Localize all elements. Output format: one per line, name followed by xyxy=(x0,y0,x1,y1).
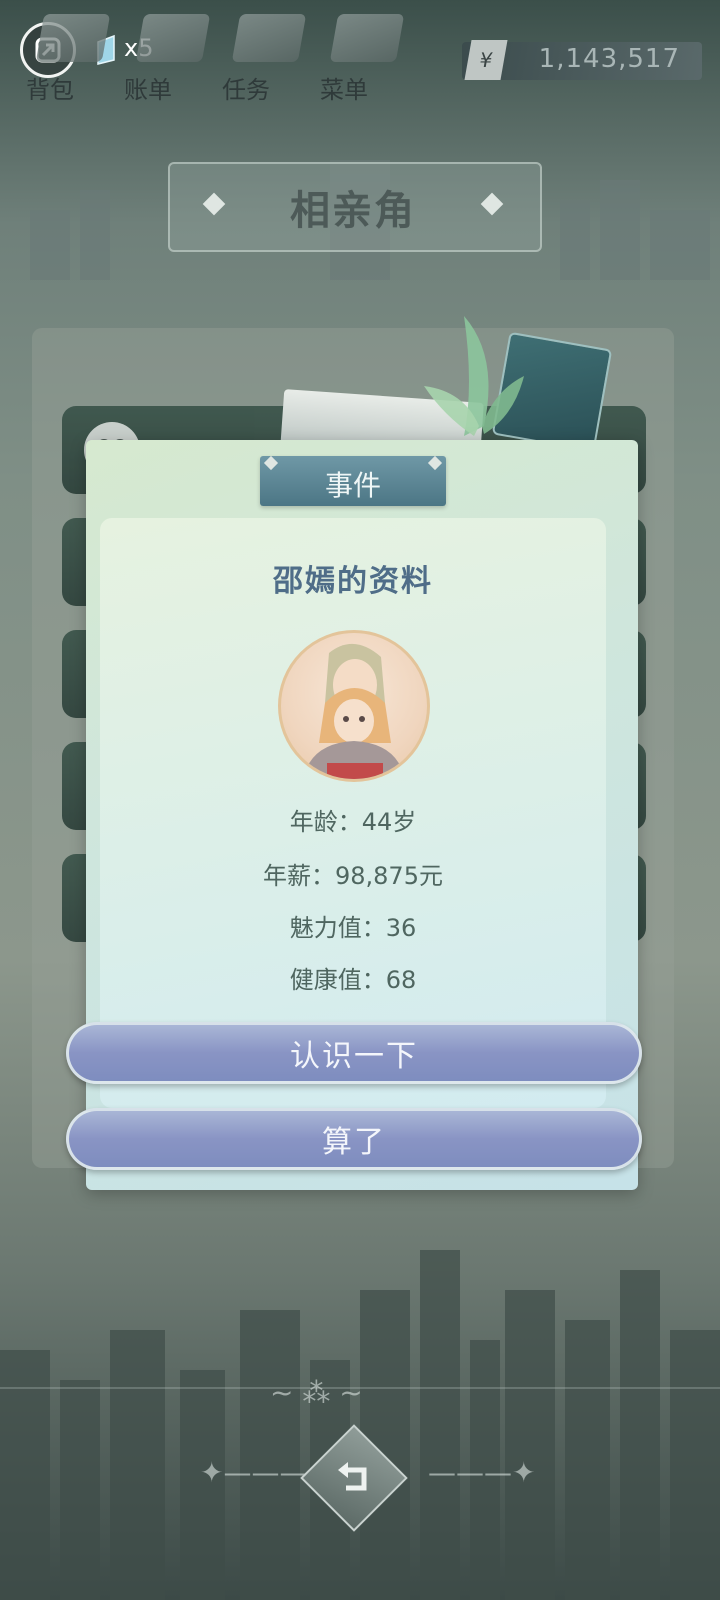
game-screen: x5 背包 账单 任务 菜单 ¥ 1,143,517 相亲角 事件 邵嫣的资料 xyxy=(0,0,720,1600)
salary-text: 年薪：98,875元 xyxy=(263,862,443,890)
profile-title: 邵嫣的资料 xyxy=(273,564,433,599)
health-text: 健康值：68 xyxy=(289,966,417,994)
city-skyline-bottom xyxy=(0,1250,720,1600)
bag-icon[interactable] xyxy=(35,14,111,62)
task-icon[interactable] xyxy=(231,14,307,62)
money-value: 1,143,517 xyxy=(538,44,680,74)
bill-icon[interactable] xyxy=(135,14,211,62)
nav-task[interactable]: 任务 xyxy=(206,70,286,105)
decline-button[interactable]: 算了 xyxy=(66,1108,642,1170)
nav-bag[interactable]: 背包 xyxy=(10,70,90,105)
meet-button[interactable]: 认识一下 xyxy=(66,1022,642,1084)
flourish-decoration: ~ ⁂ ~ xyxy=(270,1376,363,1409)
page-title: 相亲角 xyxy=(290,188,416,234)
charm-text: 魅力值：36 xyxy=(289,914,417,942)
leaf-icon xyxy=(424,316,524,436)
yen-icon: ¥ xyxy=(464,40,508,80)
avatar xyxy=(278,630,430,782)
flourish-right: ———✦ xyxy=(428,1456,536,1489)
portrait-icon xyxy=(303,643,405,779)
return-icon xyxy=(338,1462,367,1491)
event-tab-label: 事件 xyxy=(324,469,381,502)
menu-icon[interactable] xyxy=(329,14,405,62)
nav-bill[interactable]: 账单 xyxy=(108,70,188,105)
nav-menu[interactable]: 菜单 xyxy=(304,70,384,105)
age-text: 年龄：44岁 xyxy=(289,808,417,836)
flourish-left: ✦——— xyxy=(200,1456,308,1489)
